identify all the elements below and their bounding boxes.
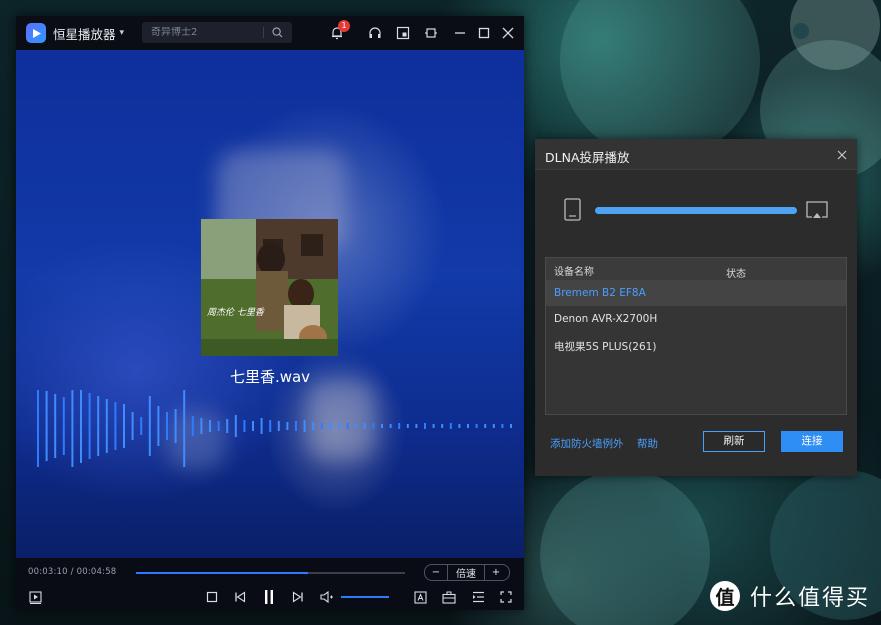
search-divider (263, 27, 264, 38)
column-header-device-name: 设备名称 (554, 267, 594, 278)
title-bar: 恒星播放器 ▾ 1 (16, 16, 524, 50)
next-track-icon[interactable] (290, 589, 306, 605)
table-header: 设备名称 状态 (546, 258, 846, 281)
watermark-text: 什么值得买 (750, 586, 871, 611)
notification-bell-icon[interactable]: 1 (328, 20, 350, 42)
audio-waveform (37, 390, 512, 467)
progress-fill (136, 572, 309, 574)
app-logo-icon (26, 23, 46, 43)
search-icon[interactable] (272, 27, 283, 38)
album-cover: 周杰伦 七里香 (201, 219, 338, 356)
playlist-icon[interactable] (27, 589, 43, 605)
headset-icon[interactable] (366, 24, 384, 42)
search-input[interactable] (151, 27, 263, 38)
app-name[interactable]: 恒星播放器 (53, 24, 116, 43)
device-row[interactable]: 电视果5S PLUS(261) (546, 332, 846, 358)
subtitle-icon[interactable] (412, 589, 428, 605)
progress-bar[interactable] (136, 572, 405, 574)
player-window: 恒星播放器 ▾ 1 (16, 16, 524, 610)
bokeh-light (540, 470, 710, 625)
help-link[interactable]: 帮助 (637, 436, 658, 451)
dialog-header: DLNA投屏播放 (535, 139, 857, 170)
track-title: 七里香.wav (229, 368, 311, 386)
tv-cast-icon (805, 200, 829, 224)
dlna-dialog: DLNA投屏播放 设备名称 状态 Bremem B2 EF8A Denon AV… (535, 139, 857, 476)
pause-icon[interactable] (261, 589, 277, 605)
device-row[interactable]: Denon AVR-X2700H (546, 306, 846, 332)
device-table: 设备名称 状态 Bremem B2 EF8A Denon AVR-X2700H … (545, 257, 847, 415)
device-name: Denon AVR-X2700H (554, 313, 658, 325)
previous-track-icon[interactable] (232, 589, 248, 605)
computer-device-icon (563, 198, 583, 226)
playlist-panel-icon[interactable] (470, 589, 486, 605)
speed-control: − 倍速 + (424, 564, 510, 581)
search-box (142, 22, 292, 43)
stop-icon[interactable] (204, 589, 220, 605)
device-name: 电视果5S PLUS(261) (554, 341, 657, 353)
close-icon[interactable] (835, 147, 849, 161)
notification-badge: 1 (338, 20, 350, 32)
watermark: 值 什么值得买 (710, 580, 870, 612)
fullscreen-icon[interactable] (498, 589, 514, 605)
maximize-icon[interactable] (475, 24, 493, 42)
device-row[interactable]: Bremem B2 EF8A (546, 280, 846, 306)
toolbox-icon[interactable] (441, 589, 457, 605)
pin-window-icon[interactable] (422, 24, 440, 42)
speed-label[interactable]: 倍速 (448, 565, 484, 580)
column-header-status: 状态 (726, 269, 746, 280)
volume-icon[interactable] (319, 589, 335, 605)
watermark-logo: 值 (710, 581, 740, 611)
volume-slider[interactable] (341, 596, 389, 598)
refresh-button[interactable]: 刷新 (703, 431, 765, 452)
visualization-stage: 周杰伦 七里香 七里香.wav (16, 50, 524, 558)
album-art-caption: 周杰伦 七里香 (207, 308, 264, 318)
bokeh-light (793, 23, 809, 39)
device-name: Bremem B2 EF8A (554, 287, 646, 299)
dialog-title: DLNA投屏播放 (545, 150, 630, 165)
speed-increase-button[interactable]: + (485, 567, 507, 578)
close-icon[interactable] (499, 24, 517, 42)
chevron-down-icon[interactable]: ▾ (120, 28, 125, 38)
cast-progress-bar (595, 207, 797, 214)
bokeh-light (560, 0, 760, 160)
screen-share-icon[interactable] (394, 24, 412, 42)
control-bar: 00:03:10 / 00:04:58 − 倍速 + (16, 558, 524, 610)
connect-button[interactable]: 连接 (781, 431, 843, 452)
add-firewall-exception-link[interactable]: 添加防火墙例外 (550, 436, 624, 451)
speed-decrease-button[interactable]: − (425, 567, 447, 578)
time-display: 00:03:10 / 00:04:58 (28, 567, 117, 577)
minimize-icon[interactable] (451, 24, 469, 42)
